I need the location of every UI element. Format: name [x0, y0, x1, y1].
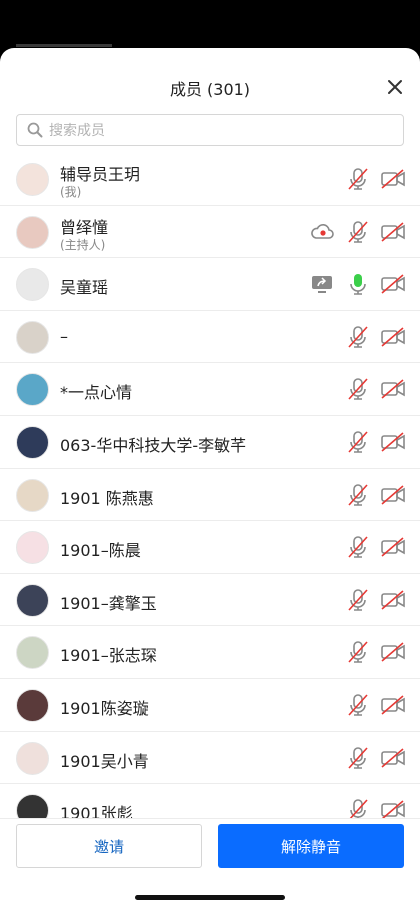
member-row[interactable]: 辅导员王玥 (我) [0, 153, 420, 206]
mic-muted-icon[interactable] [345, 220, 371, 244]
mic-muted-icon[interactable] [345, 693, 371, 717]
camera-off-icon[interactable] [380, 167, 406, 191]
avatar [16, 636, 49, 670]
camera-off-icon[interactable] [380, 746, 406, 770]
member-row[interactable]: – [0, 311, 420, 364]
avatar [16, 373, 49, 407]
mic-muted-icon[interactable] [345, 430, 371, 454]
member-row[interactable]: 曾绎憧 (主持人) [0, 206, 420, 259]
member-name: 1901吴小青 [60, 751, 149, 771]
mic-muted-icon[interactable] [345, 377, 371, 401]
avatar [16, 268, 49, 302]
members-sheet: 成员 (301) 搜索成员 辅导员王玥 (我) 曾绎憧 (主持人) 吴童瑶 – *一点心情 0… [0, 48, 420, 908]
member-row[interactable]: *一点心情 [0, 363, 420, 416]
home-indicator [135, 895, 285, 900]
avatar [16, 163, 49, 196]
camera-off-icon[interactable] [380, 483, 406, 507]
member-role: (我) [60, 185, 82, 199]
search-icon [27, 122, 43, 138]
avatar [16, 688, 49, 722]
member-role: (主持人) [60, 237, 106, 252]
mic-muted-icon[interactable] [345, 325, 371, 349]
member-list: 辅导员王玥 (我) 曾绎憧 (主持人) 吴童瑶 – *一点心情 063-华中科技大学-李敏芊 1… [0, 153, 420, 837]
member-name: 1901陈姿璇 [60, 698, 149, 718]
status-bar-indicator [16, 44, 112, 47]
mic-muted-icon[interactable] [345, 746, 371, 770]
mic-muted-icon[interactable] [345, 588, 371, 612]
camera-off-icon[interactable] [380, 535, 406, 559]
mic-muted-icon[interactable] [345, 640, 371, 664]
camera-off-icon[interactable] [380, 272, 406, 296]
member-row[interactable]: 1901–张志琛 [0, 626, 420, 679]
member-row[interactable]: 吴童瑶 [0, 258, 420, 311]
member-name: 1901–龚擎玉 [60, 593, 157, 613]
member-row[interactable]: 1901–陈晨 [0, 521, 420, 574]
avatar [16, 583, 49, 617]
mic-active-icon[interactable] [345, 272, 371, 296]
search-input[interactable]: 搜索成员 [16, 114, 404, 146]
avatar [16, 215, 49, 249]
member-name: 1901 陈燕惠 [60, 488, 154, 508]
search-placeholder: 搜索成员 [49, 123, 105, 139]
sheet-header: 成员 (301) 搜索成员 [0, 48, 420, 146]
camera-off-icon[interactable] [380, 640, 406, 664]
member-name: – [60, 326, 68, 346]
screen-share-icon[interactable] [309, 272, 335, 296]
member-name: 1901–陈晨 [60, 541, 141, 561]
camera-off-icon[interactable] [380, 430, 406, 454]
member-row[interactable]: 1901–龚擎玉 [0, 574, 420, 627]
member-row[interactable]: 1901 陈燕惠 [0, 469, 420, 522]
unmute-all-button[interactable]: 解除静音 [218, 824, 404, 868]
member-row[interactable]: 063-华中科技大学-李敏芊 [0, 416, 420, 469]
mic-muted-icon[interactable] [345, 167, 371, 191]
mic-muted-icon[interactable] [345, 483, 371, 507]
member-name: 曾绎憧 [60, 217, 109, 237]
member-name: *一点心情 [60, 383, 133, 403]
invite-button[interactable]: 邀请 [16, 824, 202, 868]
camera-off-icon[interactable] [380, 588, 406, 612]
sheet-title: 成员 (301) [169, 80, 251, 99]
avatar [16, 478, 49, 512]
camera-off-icon[interactable] [380, 220, 406, 244]
member-name: 吴童瑶 [60, 278, 109, 298]
camera-off-icon[interactable] [380, 325, 406, 349]
member-name: 辅导员王玥 [60, 165, 141, 184]
camera-off-icon[interactable] [380, 377, 406, 401]
member-row[interactable]: 1901吴小青 [0, 732, 420, 785]
close-icon[interactable] [386, 78, 404, 96]
avatar [16, 531, 49, 565]
member-name: 063-华中科技大学-李敏芊 [60, 435, 247, 455]
member-row[interactable]: 1901陈姿璇 [0, 679, 420, 732]
avatar [16, 320, 49, 354]
avatar [16, 741, 49, 775]
avatar [16, 425, 49, 459]
cloud-record-icon[interactable] [309, 220, 335, 244]
member-name: 1901–张志琛 [60, 646, 157, 666]
camera-off-icon[interactable] [380, 693, 406, 717]
mic-muted-icon[interactable] [345, 535, 371, 559]
